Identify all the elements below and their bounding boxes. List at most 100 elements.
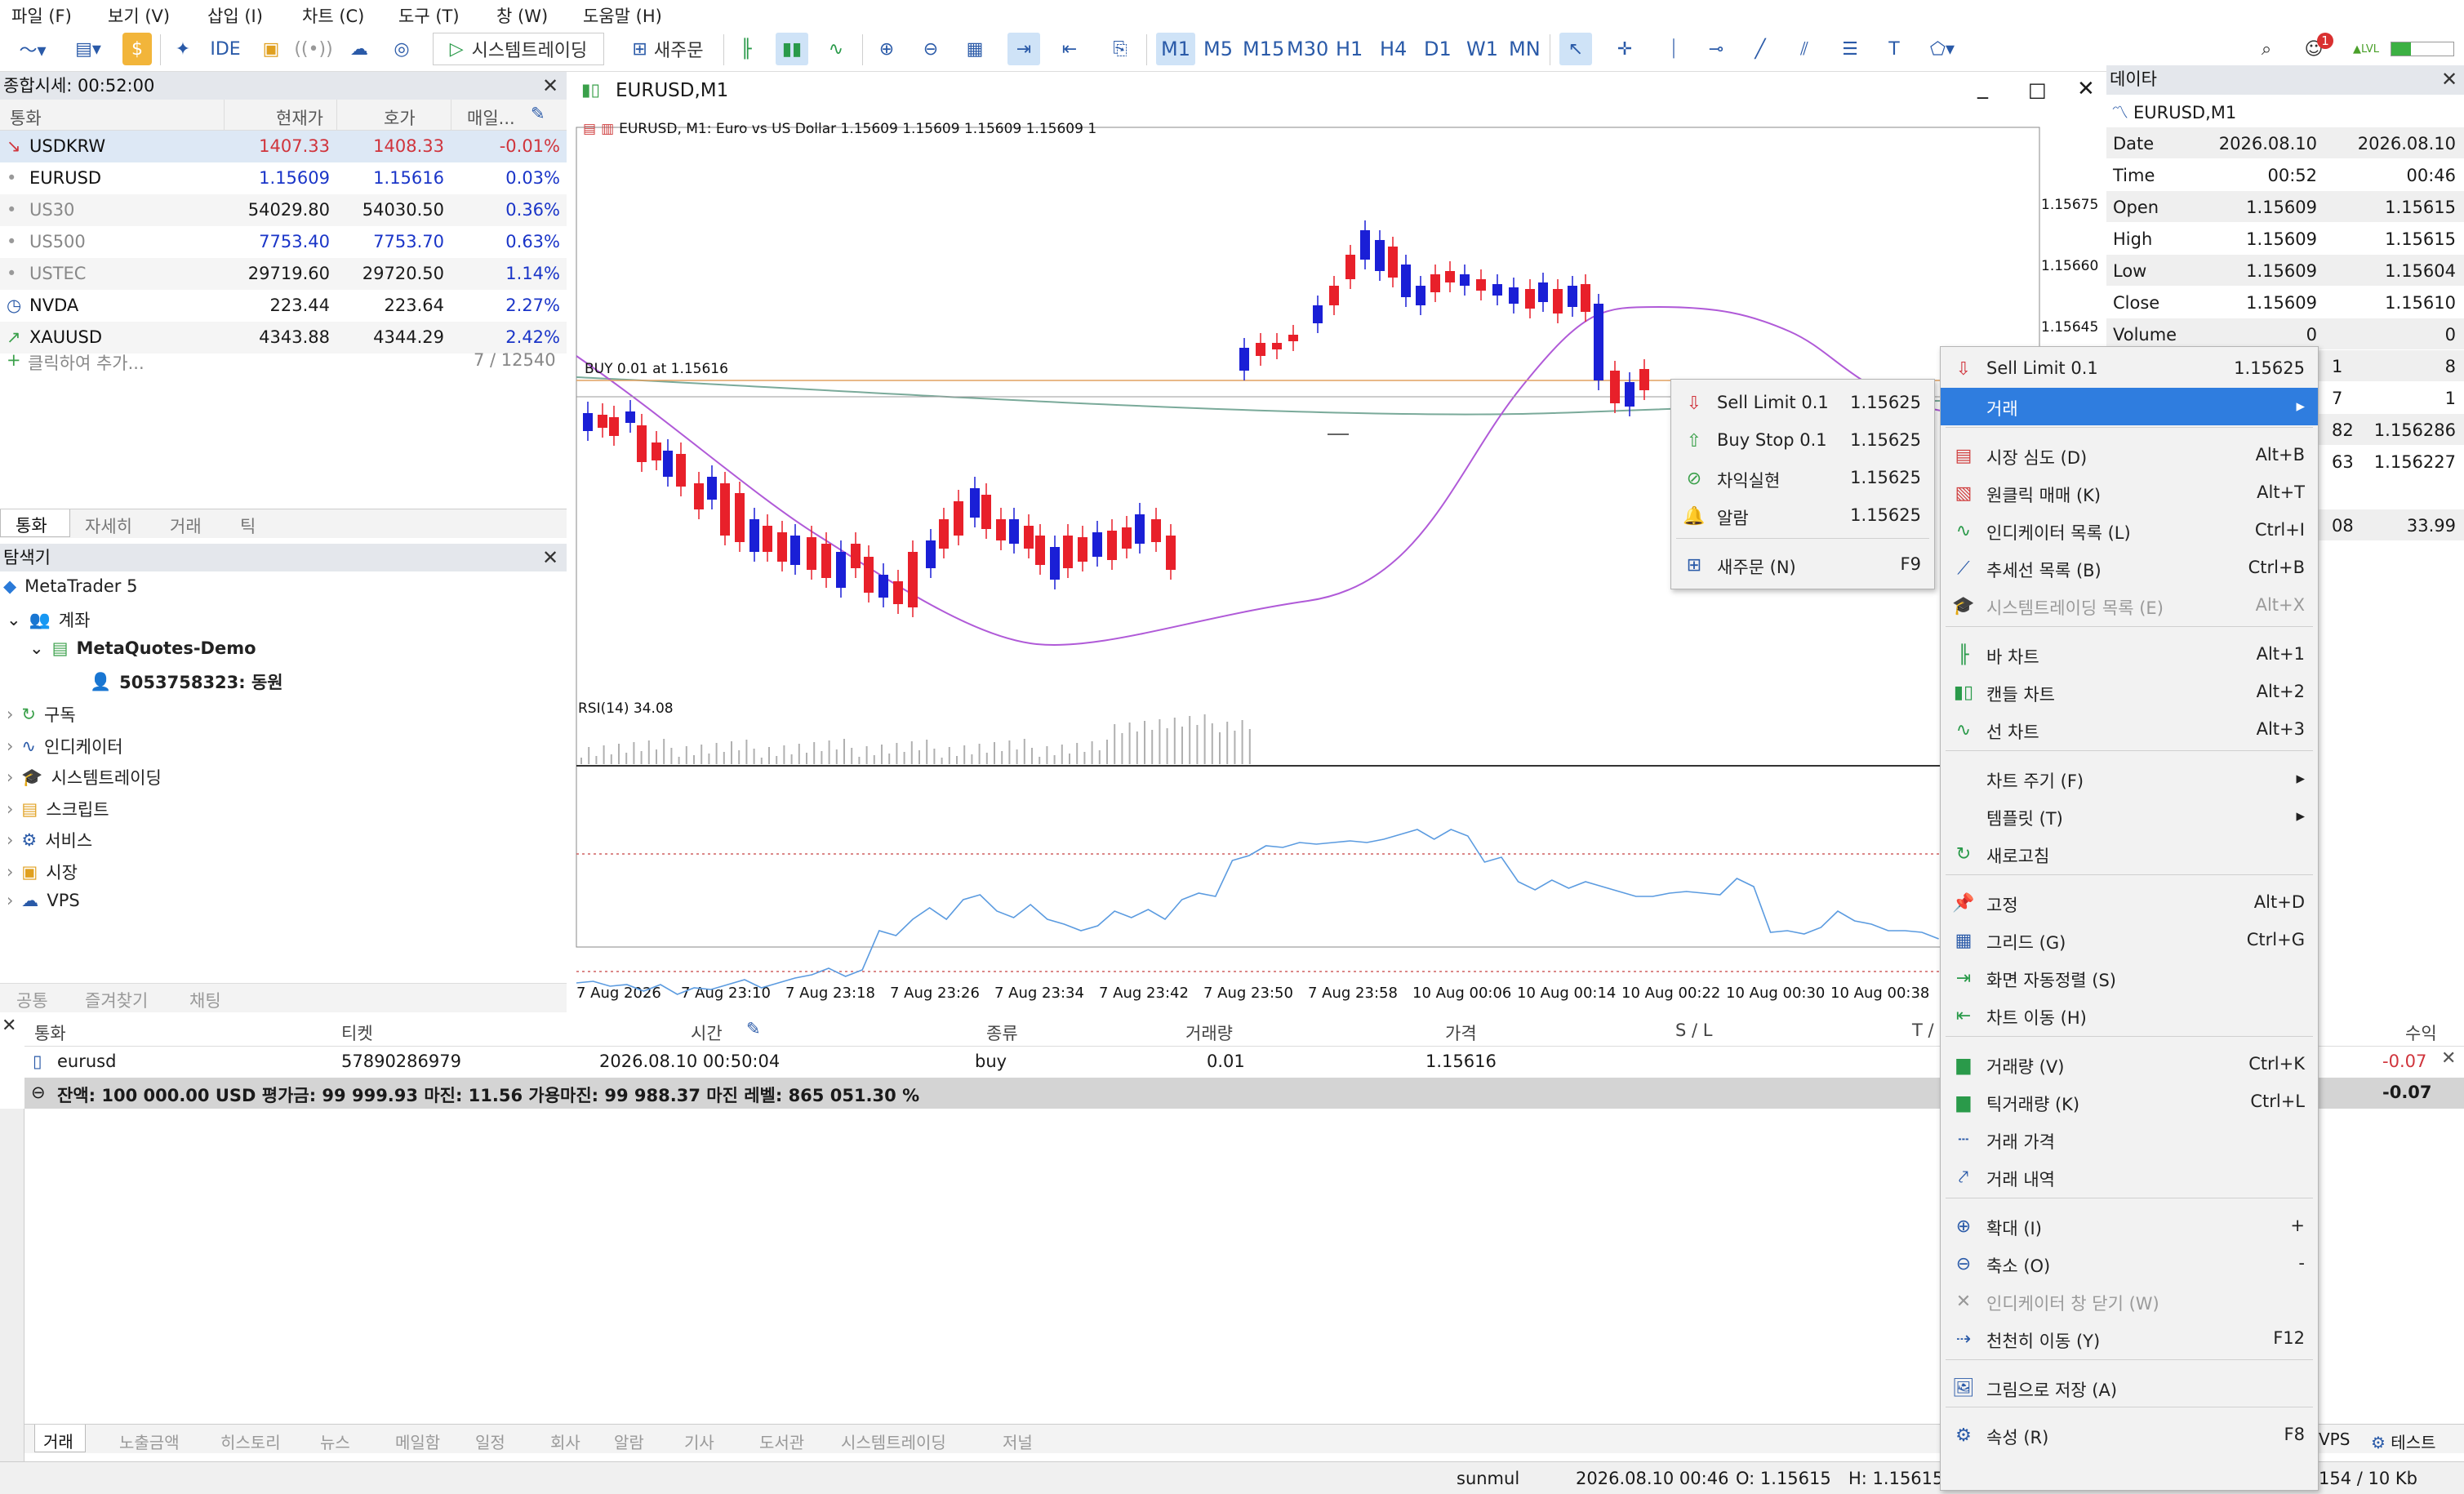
timeframe-d1[interactable]: D1	[1419, 33, 1457, 65]
maximize-icon[interactable]: □	[2028, 78, 2047, 101]
tab-ticks[interactable]: 틱	[240, 514, 256, 538]
close-icon[interactable]: ✕	[542, 545, 558, 570]
context-menu-item[interactable]: ▆ 거래량 (V) Ctrl+K	[1941, 1046, 2318, 1083]
close-icon[interactable]: ✕	[2077, 77, 2095, 101]
menu-help[interactable]: 도움말 (H)	[583, 3, 662, 28]
menu-charts[interactable]: 차트 (C)	[302, 3, 364, 28]
market-watch-row[interactable]: • US30 54029.80 54030.50 0.36%	[0, 194, 567, 226]
context-menu-item[interactable]: 차트 주기 (F) ▸	[1941, 760, 2318, 798]
timeframe-w1[interactable]: W1	[1461, 33, 1503, 65]
bar-chart-icon[interactable]: ╟	[730, 33, 763, 65]
col-sl[interactable]: S / L	[1675, 1020, 1712, 1040]
col-tp[interactable]: T /	[1912, 1020, 1934, 1040]
edit-icon[interactable]: ✎	[746, 1019, 761, 1038]
col-profit[interactable]: 수익	[2405, 1020, 2437, 1045]
collapse-icon[interactable]: ⊖	[31, 1083, 46, 1102]
context-menu-item[interactable]: ⇩ Sell Limit 0.1 1.15625	[1941, 350, 2318, 388]
market-bag-icon[interactable]: ▣	[255, 33, 287, 65]
fibonacci-icon[interactable]: ☰	[1834, 33, 1866, 65]
tab-trading[interactable]: 거래	[170, 514, 202, 538]
spark-icon[interactable]: ✦	[167, 33, 199, 65]
menu-view[interactable]: 보기 (V)	[108, 3, 170, 28]
tab-2[interactable]: 히스토리	[220, 1430, 281, 1453]
context-menu-item[interactable]: ▮▯ 캔들 차트 Alt+2	[1941, 674, 2318, 711]
signal-icon[interactable]: ((•))	[294, 33, 332, 65]
context-menu-item[interactable]: ∿ 인디케이터 목록 (L) Ctrl+I	[1941, 512, 2318, 549]
context-menu-item[interactable]: ⇥ 화면 자동정렬 (S)	[1941, 959, 2318, 997]
horizontal-line-icon[interactable]: ⊸	[1700, 33, 1732, 65]
new-order-button[interactable]: ⊞ 새주문	[619, 33, 717, 65]
tab-4[interactable]: 메일함	[395, 1430, 440, 1453]
algo-trading-button[interactable]: ▷ 시스템트레이딩	[433, 33, 604, 65]
line-chart-icon[interactable]: ∿	[820, 33, 852, 65]
nav-account[interactable]: 👤 5053758323: 동원	[90, 669, 283, 694]
cloud-icon[interactable]: ☁	[343, 33, 376, 65]
menu-tools[interactable]: 도구 (T)	[398, 3, 460, 28]
trade-icon[interactable]: ▥	[601, 121, 614, 137]
context-menu-item[interactable]: ↻ 새로고침	[1941, 835, 2318, 873]
col-price[interactable]: 가격	[1445, 1020, 1477, 1045]
context-menu-item[interactable]: 🖼 그림으로 저장 (A)	[1941, 1369, 2318, 1407]
close-icon[interactable]: ✕	[542, 73, 558, 98]
tab-3[interactable]: 뉴스	[320, 1430, 350, 1453]
market-watch-row[interactable]: • USTEC 29719.60 29720.50 1.14%	[0, 258, 567, 290]
nav-accounts[interactable]: ⌄ 👥 계좌	[7, 607, 90, 632]
screenshot-icon[interactable]: ⎘	[1104, 33, 1136, 65]
candle-chart-icon[interactable]: ▮▮	[776, 33, 808, 65]
buy-position-label[interactable]: BUY 0.01 at 1.15616	[585, 361, 728, 377]
timeframe-m5[interactable]: M5	[1199, 33, 1238, 65]
timeframe-m1[interactable]: M1	[1156, 33, 1195, 65]
context-menu-item[interactable]: ⇤ 차트 이동 (H)	[1941, 997, 2318, 1034]
cursor-icon[interactable]: ↖	[1559, 33, 1592, 65]
nav-item-script[interactable]: › ▤ 스크립트	[7, 797, 109, 821]
nav-item-service[interactable]: › ⚙ 서비스	[7, 828, 92, 852]
context-menu-item[interactable]: ⇢ 천천히 이동 (Y) F12	[1941, 1320, 2318, 1358]
tab-vps[interactable]: VPS	[2319, 1430, 2350, 1449]
col-symbol[interactable]: 통화	[34, 1020, 66, 1045]
dollar-icon[interactable]: $	[122, 33, 152, 65]
account-icon[interactable]: ☺ 1	[2294, 33, 2333, 65]
col-change[interactable]: 매일...	[467, 105, 515, 130]
timeframe-m30[interactable]: M30	[1282, 33, 1333, 65]
nav-root[interactable]: ◆ MetaTrader 5	[3, 576, 137, 596]
market-watch-row[interactable]: ↘ USDKRW 1407.33 1408.33 -0.01%	[0, 131, 567, 162]
submenu-item[interactable]: ⇩ Sell Limit 0.1 1.15625	[1671, 385, 1934, 422]
tab-11[interactable]: 저널	[1003, 1430, 1033, 1453]
submenu-item[interactable]: ⊘ 차익실현 1.15625	[1671, 460, 1934, 497]
context-menu-item[interactable]: ▤ 시장 심도 (D) Alt+B	[1941, 437, 2318, 474]
nav-server[interactable]: ⌄ ▤ MetaQuotes-Demo	[29, 638, 256, 658]
context-menu-item[interactable]: 거래 ▸	[1941, 388, 2318, 425]
zoom-in-icon[interactable]: ⊕	[870, 33, 903, 65]
context-menu-item[interactable]: ⊖ 축소 (O) -	[1941, 1245, 2318, 1283]
tab-8[interactable]: 기사	[684, 1430, 714, 1453]
tab-1[interactable]: 노출금액	[119, 1430, 180, 1453]
tab-7[interactable]: 알람	[614, 1430, 644, 1453]
context-menu-item[interactable]: ⚙ 속성 (R) F8	[1941, 1416, 2318, 1454]
ide-button[interactable]: IDE	[204, 33, 247, 65]
nav-item-vps[interactable]: › ☁ VPS	[7, 891, 80, 910]
tab-0[interactable]: 거래	[34, 1425, 86, 1452]
tab-6[interactable]: 회사	[550, 1430, 580, 1453]
nav-item-market[interactable]: › ▣ 시장	[7, 860, 78, 884]
tab-common[interactable]: 공통	[16, 988, 48, 1012]
tab-favorites[interactable]: 즐겨찾기	[85, 988, 148, 1012]
submenu-item[interactable]: 🔔 알람 1.15625	[1671, 497, 1934, 535]
col-bid[interactable]: 현재가	[276, 105, 323, 130]
minimize-icon[interactable]: _	[1977, 75, 1988, 100]
chart-type-icon[interactable]: 〜▾	[8, 33, 57, 65]
autoscroll-icon[interactable]: ⇥	[1007, 33, 1040, 65]
close-icon[interactable]: ✕	[2441, 67, 2457, 91]
context-menu-item[interactable]: ✕ 인디케이터 창 닫기 (W)	[1941, 1283, 2318, 1320]
shapes-icon[interactable]: ⬠▾	[1920, 33, 1964, 65]
channel-icon[interactable]: ⫽	[1788, 33, 1821, 65]
nav-item-subscription[interactable]: › ↻ 구독	[7, 702, 76, 727]
globe-icon[interactable]: ◎	[385, 33, 418, 65]
context-menu-item[interactable]: 템플릿 (T) ▸	[1941, 798, 2318, 835]
tab-10[interactable]: 시스템트레이딩	[841, 1430, 946, 1453]
col-ticket[interactable]: 티켓	[341, 1020, 373, 1045]
market-watch-row[interactable]: • EURUSD 1.15609 1.15616 0.03%	[0, 162, 567, 194]
context-menu-item[interactable]: 📌 고정 Alt+D	[1941, 884, 2318, 922]
submenu-item[interactable]: ⊞ 새주문 (N) F9	[1671, 546, 1934, 584]
tab-symbols[interactable]: 통화	[0, 509, 70, 537]
timeframe-h4[interactable]: H4	[1375, 33, 1412, 65]
